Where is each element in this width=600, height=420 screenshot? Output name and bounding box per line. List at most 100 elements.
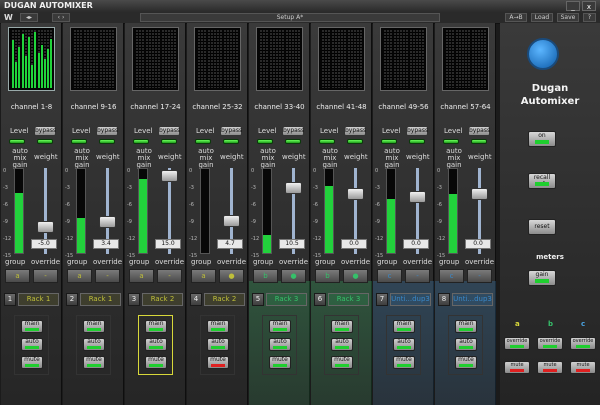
weight-fader-knob[interactable] xyxy=(285,182,302,195)
weight-fader-knob[interactable] xyxy=(409,191,426,204)
group-select-button[interactable]: b xyxy=(315,269,340,283)
auto-label: auto xyxy=(25,338,39,345)
override-button[interactable]: - xyxy=(157,269,182,283)
close-button[interactable]: x xyxy=(582,1,596,11)
help-button[interactable]: ? xyxy=(583,13,596,22)
ab-compare-button[interactable]: A→B xyxy=(505,13,527,22)
setup-name-field[interactable]: Setup A* xyxy=(140,13,440,22)
channel-number-button[interactable]: 3 xyxy=(128,293,140,306)
mute-button[interactable]: mute xyxy=(207,356,229,369)
main-button[interactable]: main xyxy=(455,320,477,333)
weight-value[interactable]: -5.0 xyxy=(31,239,57,249)
weight-value[interactable]: 3.4 xyxy=(93,239,119,249)
mute-button[interactable]: mute xyxy=(393,356,415,369)
minimize-button[interactable]: _ xyxy=(566,1,580,11)
main-button[interactable]: main xyxy=(331,320,353,333)
bypass-button[interactable]: bypass xyxy=(468,126,490,136)
master-mute-button[interactable]: mute xyxy=(537,361,563,374)
main-button[interactable]: main xyxy=(83,320,105,333)
channel-number-button[interactable]: 4 xyxy=(190,293,202,306)
auto-button[interactable]: auto xyxy=(331,338,353,351)
bypass-button[interactable]: bypass xyxy=(406,126,428,136)
bypass-button[interactable]: bypass xyxy=(282,126,304,136)
override-button[interactable]: - xyxy=(33,269,58,283)
weight-value[interactable]: 0.0 xyxy=(465,239,491,249)
weight-value[interactable]: 10.5 xyxy=(279,239,305,249)
override-button[interactable]: - xyxy=(405,269,430,283)
load-button[interactable]: Load xyxy=(531,13,553,22)
main-button[interactable]: main xyxy=(21,320,43,333)
bypass-button[interactable]: bypass xyxy=(96,126,118,136)
master-on-button[interactable]: on xyxy=(528,131,556,147)
prev-next-button[interactable]: ‹ › xyxy=(52,13,70,22)
channel-number-button[interactable]: 2 xyxy=(66,293,78,306)
main-button[interactable]: main xyxy=(207,320,229,333)
bypass-button[interactable]: bypass xyxy=(344,126,366,136)
weight-fader-knob[interactable] xyxy=(37,221,54,234)
group-select-button[interactable]: c xyxy=(377,269,402,283)
main-button[interactable]: main xyxy=(269,320,291,333)
group-select-button[interactable]: a xyxy=(191,269,216,283)
bypass-button[interactable]: bypass xyxy=(158,126,180,136)
bypass-button[interactable]: bypass xyxy=(220,126,242,136)
mute-button[interactable]: mute xyxy=(83,356,105,369)
mute-button[interactable]: mute xyxy=(331,356,353,369)
channel-number-button[interactable]: 6 xyxy=(314,293,326,306)
override-button[interactable]: ● xyxy=(281,269,306,283)
rack-name-field[interactable]: Rack 1 xyxy=(80,293,121,306)
weight-value[interactable]: 0.0 xyxy=(403,239,429,249)
auto-button[interactable]: auto xyxy=(21,338,43,351)
weight-fader-knob[interactable] xyxy=(99,216,116,229)
channel-number-button[interactable]: 8 xyxy=(438,293,450,306)
auto-button[interactable]: auto xyxy=(393,338,415,351)
reset-button[interactable]: reset xyxy=(528,219,556,235)
main-button[interactable]: main xyxy=(393,320,415,333)
main-button[interactable]: main xyxy=(145,320,167,333)
override-button[interactable]: - xyxy=(467,269,492,283)
rack-name-field[interactable]: Rack 3 xyxy=(266,293,307,306)
rack-name-field[interactable]: Rack 3 xyxy=(328,293,369,306)
override-button[interactable]: ● xyxy=(219,269,244,283)
meters-gain-button[interactable]: gain xyxy=(528,270,556,286)
override-button[interactable]: ● xyxy=(343,269,368,283)
rack-name-field[interactable]: Rack 2 xyxy=(204,293,245,306)
group-select-button[interactable]: a xyxy=(5,269,30,283)
rack-name-field[interactable]: Rack 2 xyxy=(142,293,183,306)
undo-redo-button[interactable]: ◂▸ xyxy=(20,13,38,22)
group-select-button[interactable]: c xyxy=(439,269,464,283)
rack-name-field[interactable]: Unti...dup3 xyxy=(452,293,493,306)
group-select-button[interactable]: a xyxy=(67,269,92,283)
master-mute-button[interactable]: mute xyxy=(504,361,530,374)
override-button[interactable]: - xyxy=(95,269,120,283)
channel-number-button[interactable]: 5 xyxy=(252,293,264,306)
auto-button[interactable]: auto xyxy=(83,338,105,351)
master-mute-button[interactable]: mute xyxy=(570,361,596,374)
master-override-button[interactable]: override xyxy=(570,337,596,350)
bypass-button[interactable]: bypass xyxy=(34,126,56,136)
save-button[interactable]: Save xyxy=(557,13,579,22)
weight-fader-knob[interactable] xyxy=(223,214,240,227)
weight-value[interactable]: 0.0 xyxy=(341,239,367,249)
master-override-button[interactable]: override xyxy=(504,337,530,350)
auto-button[interactable]: auto xyxy=(455,338,477,351)
weight-fader-knob[interactable] xyxy=(161,169,178,182)
rack-name-field[interactable]: Rack 1 xyxy=(18,293,59,306)
rack-name-field[interactable]: Unti...dup3 xyxy=(390,293,431,306)
recall-safe-button[interactable]: recall safe xyxy=(528,173,556,189)
group-select-button[interactable]: a xyxy=(129,269,154,283)
weight-fader-knob[interactable] xyxy=(347,188,364,201)
weight-value[interactable]: 4.7 xyxy=(217,239,243,249)
mute-button[interactable]: mute xyxy=(21,356,43,369)
master-override-button[interactable]: override xyxy=(537,337,563,350)
auto-button[interactable]: auto xyxy=(145,338,167,351)
mute-button[interactable]: mute xyxy=(269,356,291,369)
weight-fader-knob[interactable] xyxy=(471,188,488,201)
channel-number-button[interactable]: 7 xyxy=(376,293,388,306)
channel-number-button[interactable]: 1 xyxy=(4,293,16,306)
mute-button[interactable]: mute xyxy=(455,356,477,369)
auto-button[interactable]: auto xyxy=(207,338,229,351)
mute-button[interactable]: mute xyxy=(145,356,167,369)
weight-value[interactable]: 15.0 xyxy=(155,239,181,249)
auto-button[interactable]: auto xyxy=(269,338,291,351)
group-select-button[interactable]: b xyxy=(253,269,278,283)
